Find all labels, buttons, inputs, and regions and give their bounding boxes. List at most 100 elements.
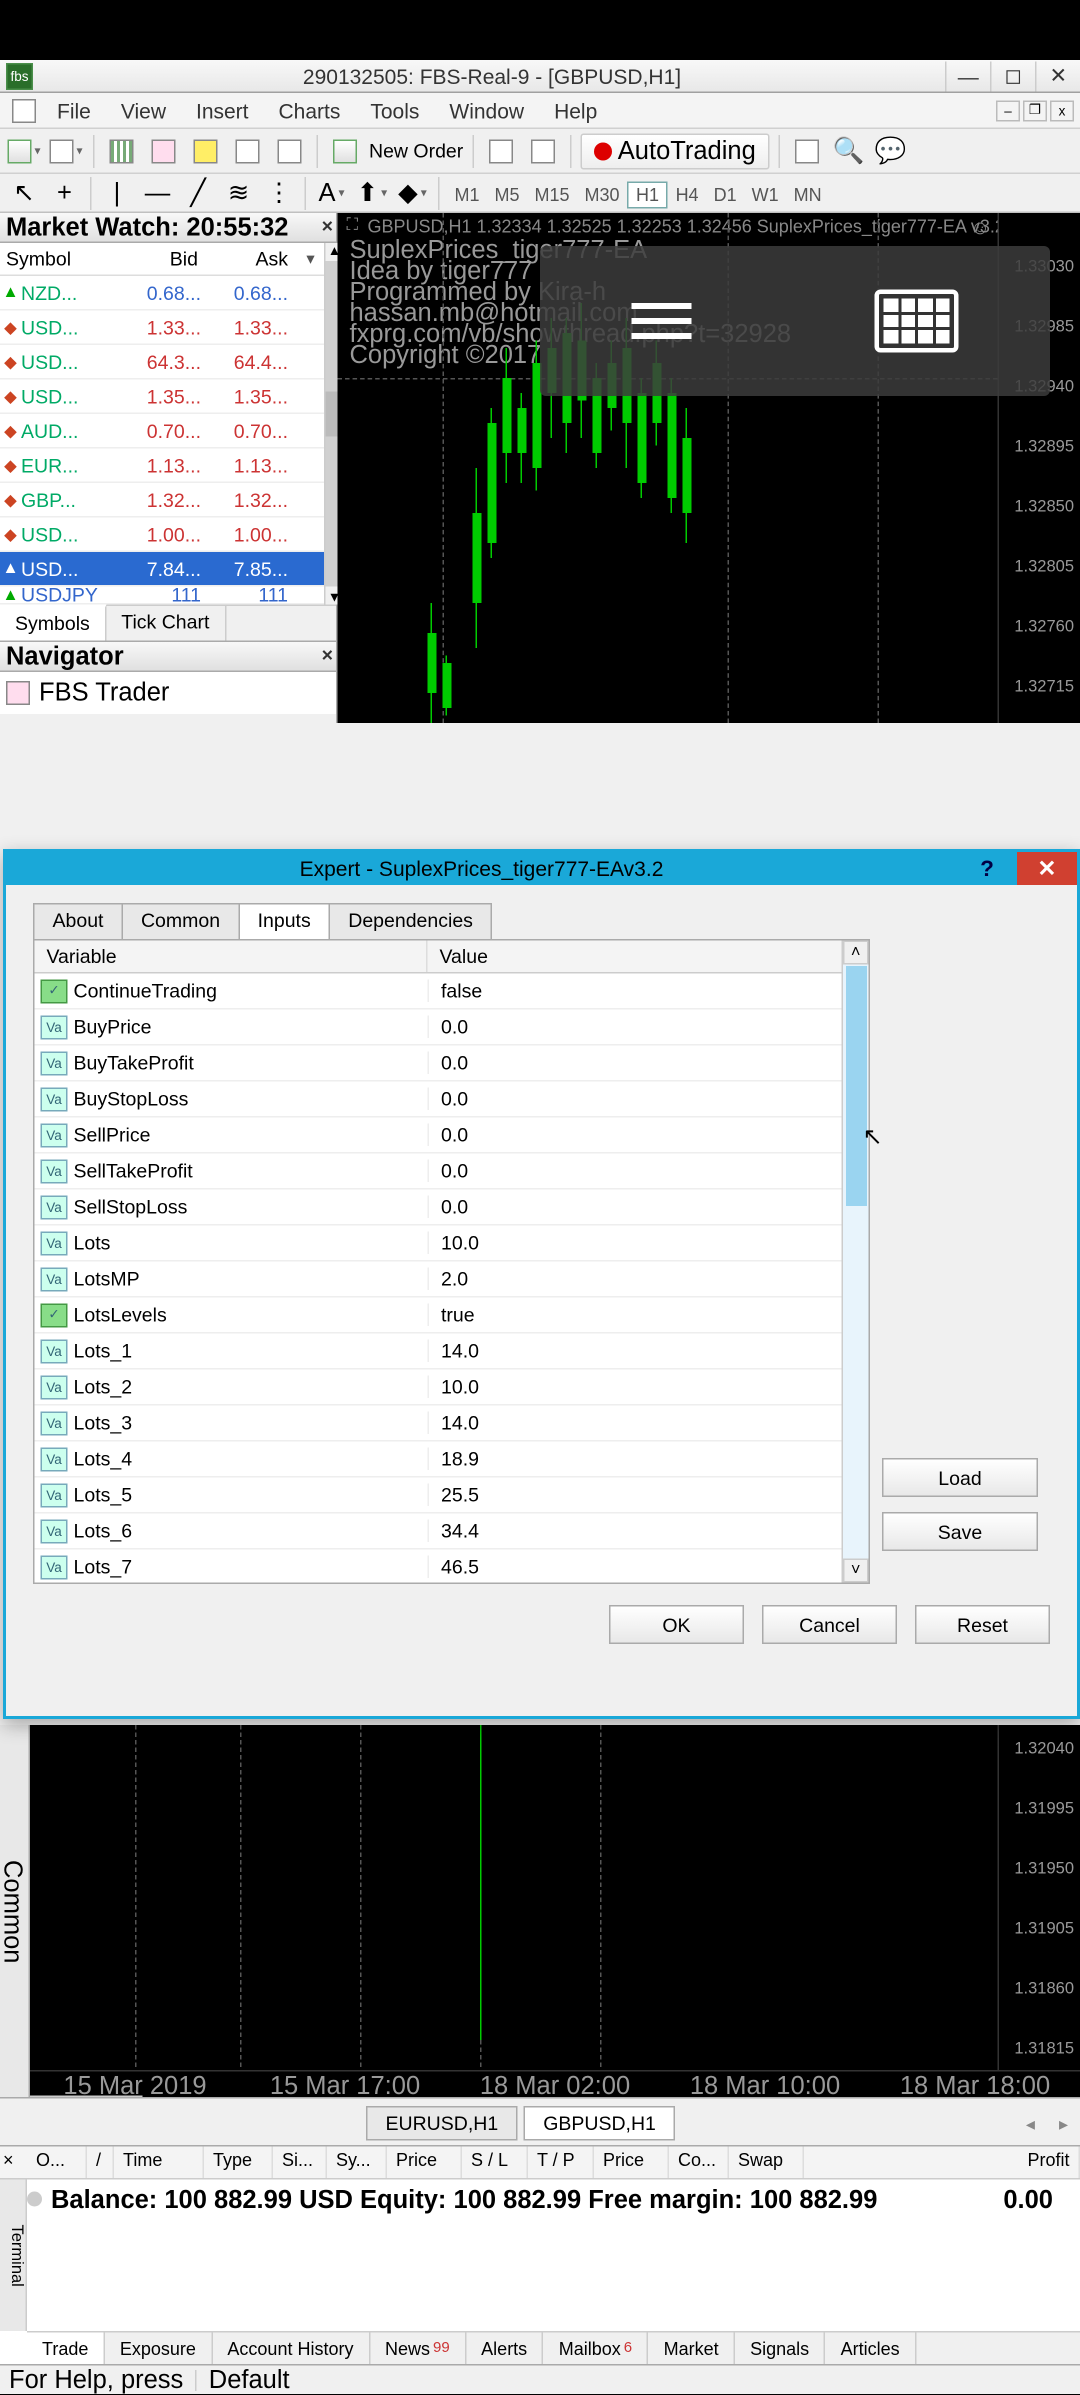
mdi-minimize-button[interactable]: – <box>996 100 1020 121</box>
terminal-tab-trade[interactable]: Trade <box>27 2333 105 2365</box>
input-row[interactable]: Va Lots_4 18.9 <box>35 1442 842 1478</box>
input-row[interactable]: Va Lots_1 14.0 <box>35 1334 842 1370</box>
menu-help[interactable]: Help <box>539 98 612 122</box>
terminal-tab-signals[interactable]: Signals <box>735 2333 826 2365</box>
menu-icon[interactable] <box>632 303 692 339</box>
new-chart-button[interactable] <box>6 133 42 169</box>
timeframe-W1[interactable]: W1 <box>744 182 786 206</box>
market-watch-row[interactable]: ▲USDJPY111111 <box>0 587 324 605</box>
save-button[interactable]: Save <box>882 1512 1038 1551</box>
new-order-icon[interactable] <box>327 133 363 169</box>
dialog-help-button[interactable]: ? <box>957 852 1017 885</box>
input-row[interactable]: ✓ ContinueTrading false <box>35 974 842 1010</box>
search-button[interactable]: 🔍 <box>831 133 867 169</box>
terminal-column[interactable]: S / L <box>462 2147 528 2179</box>
chart-ea-smiley-icon[interactable]: ☺ <box>970 216 990 239</box>
terminal-tab-mailbox[interactable]: Mailbox6 <box>544 2333 649 2365</box>
chart-tabs-scroll-left[interactable]: ◂ <box>1014 2113 1047 2134</box>
minimize-button[interactable]: — <box>945 61 990 91</box>
close-button[interactable]: ✕ <box>1035 61 1080 91</box>
tab-tick-chart[interactable]: Tick Chart <box>106 606 226 641</box>
load-button[interactable]: Load <box>882 1458 1038 1497</box>
lower-chart-area[interactable]: Common 1.320401.319951.319501.319051.318… <box>0 1725 1080 2097</box>
mdi-restore-button[interactable]: ❐ <box>1023 100 1047 121</box>
market-watch-columns-dropdown[interactable]: ▾ <box>297 249 324 269</box>
market-watch-row[interactable]: ◆ EUR... 1.13... 1.13... <box>0 449 324 484</box>
chart-tab-eurusd[interactable]: EURUSD,H1 <box>366 2106 518 2141</box>
terminal-close-icon[interactable]: × <box>3 2150 14 2171</box>
terminal-column[interactable]: Time <box>114 2147 204 2179</box>
menu-insert[interactable]: Insert <box>181 98 264 122</box>
terminal-tab-exposure[interactable]: Exposure <box>105 2333 213 2365</box>
timeframe-H4[interactable]: H4 <box>668 182 706 206</box>
inputs-scrollbar[interactable]: ˄ ˅ <box>842 941 869 1583</box>
chart-tabs-scroll-right[interactable]: ▸ <box>1047 2113 1080 2134</box>
menu-window[interactable]: Window <box>434 98 539 122</box>
input-row[interactable]: Va BuyPrice 0.0 <box>35 1010 842 1046</box>
channel-tool[interactable]: ≋ <box>221 175 257 211</box>
terminal-column[interactable]: Profit <box>804 2147 1080 2179</box>
timeframe-M15[interactable]: M15 <box>527 182 577 206</box>
profiles-button[interactable] <box>48 133 84 169</box>
menu-view[interactable]: View <box>106 98 181 122</box>
market-watch-row[interactable]: ▲ USD... 7.84... 7.85... <box>0 552 324 587</box>
tab-symbols[interactable]: Symbols <box>0 605 106 641</box>
crosshair-tool[interactable]: + <box>47 175 83 211</box>
terminal-column[interactable]: Sy... <box>327 2147 387 2179</box>
cursor-tool[interactable]: ↖ <box>6 175 42 211</box>
timeframe-MN[interactable]: MN <box>786 182 829 206</box>
keyboard-icon[interactable] <box>875 290 959 353</box>
options-button[interactable] <box>525 133 561 169</box>
common-side-tab[interactable]: Common <box>0 1725 30 2097</box>
input-row[interactable]: Va LotsMP 2.0 <box>35 1262 842 1298</box>
chat-button[interactable]: 💬 <box>873 133 909 169</box>
dialog-tab-common[interactable]: Common <box>121 903 239 939</box>
column-value[interactable]: Value <box>428 941 842 973</box>
dialog-tab-dependencies[interactable]: Dependencies <box>329 903 493 939</box>
input-row[interactable]: Va SellStopLoss 0.0 <box>35 1190 842 1226</box>
market-watch-row[interactable]: ◆ USD... 1.33... 1.33... <box>0 311 324 346</box>
input-row[interactable]: Va Lots_3 14.0 <box>35 1406 842 1442</box>
strategy-tester-toggle[interactable] <box>272 133 308 169</box>
menu-charts[interactable]: Charts <box>264 98 356 122</box>
dialog-tab-about[interactable]: About <box>33 903 123 939</box>
timeframe-D1[interactable]: D1 <box>706 182 744 206</box>
scroll-up-icon[interactable]: ˄ <box>843 941 869 965</box>
input-row[interactable]: Va SellPrice 0.0 <box>35 1118 842 1154</box>
terminal-tab-market[interactable]: Market <box>649 2333 736 2365</box>
timeframe-H1[interactable]: H1 <box>627 181 668 208</box>
input-row[interactable]: Va BuyTakeProfit 0.0 <box>35 1046 842 1082</box>
navigator-close-icon[interactable]: × <box>322 644 333 667</box>
terminal-tab-articles[interactable]: Articles <box>826 2333 917 2365</box>
input-row[interactable]: Va Lots 10.0 <box>35 1226 842 1262</box>
maximize-button[interactable]: ◻ <box>990 61 1035 91</box>
arrow-tool[interactable]: ⬆ <box>354 175 390 211</box>
chart-expand-icon[interactable]: ⛶ <box>347 216 359 236</box>
dialog-tab-inputs[interactable]: Inputs <box>238 903 330 939</box>
terminal-column[interactable]: Si... <box>273 2147 327 2179</box>
terminal-column[interactable]: T / P <box>528 2147 594 2179</box>
market-watch-row[interactable]: ◆ USD... 64.3... 64.4... <box>0 345 324 380</box>
terminal-tab-account history[interactable]: Account History <box>212 2333 370 2365</box>
fibonacci-tool[interactable]: ⋮ <box>261 175 297 211</box>
terminal-column[interactable]: Price <box>387 2147 462 2179</box>
shapes-tool[interactable]: ◆ <box>395 175 431 211</box>
data-window-toggle[interactable] <box>188 133 224 169</box>
new-order-label[interactable]: New Order <box>369 140 463 163</box>
scroll-down-icon[interactable]: ˅ <box>843 1559 869 1583</box>
terminal-column[interactable]: O... <box>27 2147 87 2179</box>
timeframe-M1[interactable]: M1 <box>447 182 487 206</box>
text-tool[interactable]: A <box>314 175 350 211</box>
dialog-close-button[interactable]: ✕ <box>1017 852 1077 885</box>
terminal-column[interactable]: / <box>87 2147 114 2179</box>
timeframe-M5[interactable]: M5 <box>487 182 527 206</box>
cancel-button[interactable]: Cancel <box>762 1605 897 1644</box>
input-row[interactable]: Va Lots_6 34.4 <box>35 1514 842 1550</box>
input-row[interactable]: Va Lots_5 25.5 <box>35 1478 842 1514</box>
input-row[interactable]: Va Lots_7 46.5 <box>35 1550 842 1583</box>
column-variable[interactable]: Variable <box>35 941 428 973</box>
timeframe-M30[interactable]: M30 <box>577 182 627 206</box>
mdi-close-button[interactable]: x <box>1050 100 1074 121</box>
input-row[interactable]: Va SellTakeProfit 0.0 <box>35 1154 842 1190</box>
autotrading-button[interactable]: AutoTrading <box>580 133 769 169</box>
